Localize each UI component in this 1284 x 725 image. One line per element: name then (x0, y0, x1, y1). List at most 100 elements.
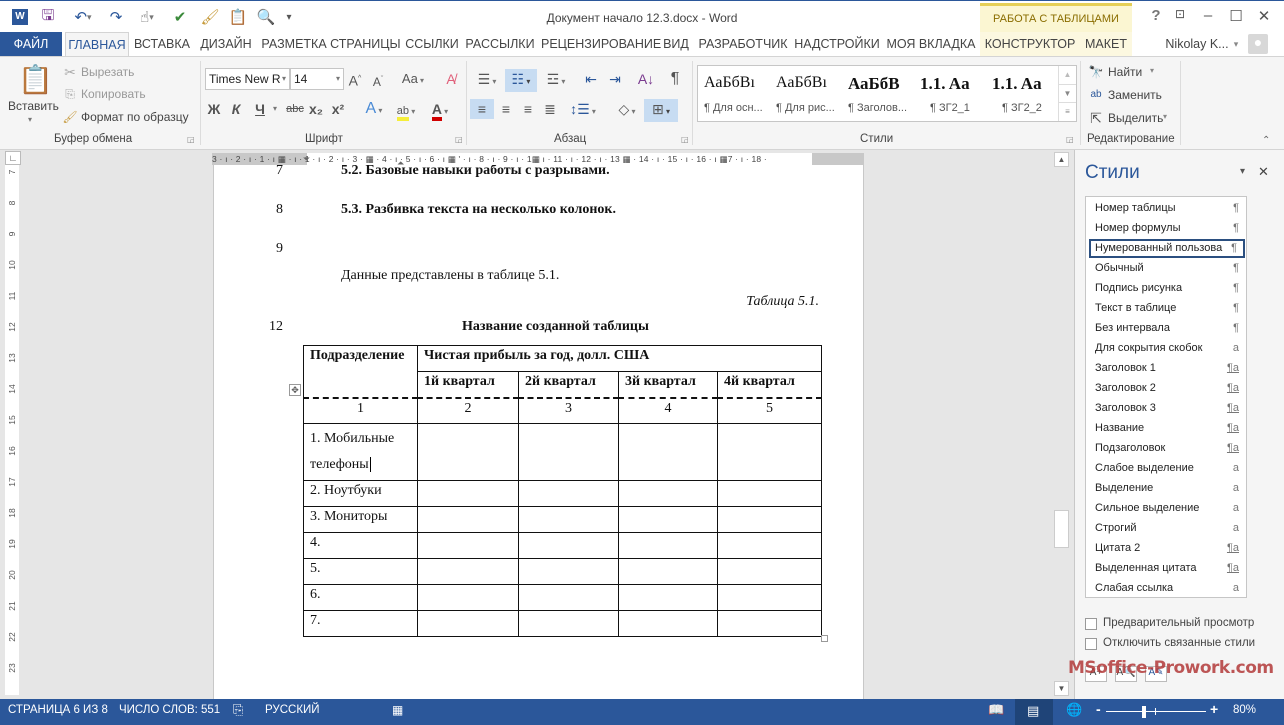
table-cell[interactable] (417, 558, 519, 585)
table-cell[interactable]: 4 (618, 397, 718, 424)
tab-my-tab[interactable]: МОЯ ВКЛАДКА (886, 32, 976, 56)
style-list-item[interactable]: Выделенная цитата ¶a (1089, 559, 1245, 578)
table-cell[interactable]: 1 (303, 397, 418, 424)
numbering-icon[interactable]: ☷ ▾ (505, 69, 537, 92)
style-list-item[interactable]: Строгий a (1089, 519, 1245, 538)
minimize-icon[interactable]: – (1198, 7, 1218, 24)
table-cell[interactable] (618, 558, 718, 585)
italic-button[interactable]: К (228, 99, 244, 119)
gallery-more-icon[interactable]: ≡ (1059, 102, 1076, 120)
table-cell[interactable] (518, 423, 619, 481)
macro-icon[interactable]: ▦ (392, 703, 403, 717)
document-page[interactable]: 7 5.2. Базовые навыки работы с разрывами… (213, 165, 864, 699)
gallery-down-icon[interactable]: ▼ (1059, 84, 1076, 102)
justify-icon[interactable]: ≣ (540, 99, 560, 119)
table-cell[interactable] (717, 423, 822, 481)
style-list-item[interactable]: Выделение a (1089, 479, 1245, 498)
style-list-item[interactable]: Цитата 2 ¶a (1089, 539, 1245, 558)
tab-page-layout[interactable]: РАЗМЕТКА СТРАНИЦЫ (261, 32, 401, 56)
table-cell[interactable] (618, 532, 718, 559)
style-list-item[interactable]: Номер таблицы ¶ (1089, 199, 1245, 218)
table-cell[interactable]: 2 (417, 397, 519, 424)
font-color-icon[interactable]: A ▾ (425, 99, 455, 122)
ribbon-display-icon[interactable]: ⊡ (1170, 7, 1190, 21)
zoom-slider-thumb[interactable] (1142, 706, 1147, 718)
show-marks-icon[interactable]: ¶ (666, 69, 684, 89)
borders-icon[interactable]: ⊞ ▾ (644, 99, 678, 122)
table-cell[interactable] (518, 480, 619, 507)
table-cell[interactable] (618, 423, 718, 481)
tab-developer[interactable]: РАЗРАБОТЧИК (697, 32, 789, 56)
paragraph-launcher-icon[interactable]: ◲ (681, 135, 689, 144)
style-list-item[interactable]: Подпись рисунка ¶ (1089, 279, 1245, 298)
tab-design[interactable]: ДИЗАЙН (197, 32, 255, 56)
table-cell[interactable]: 7. (303, 610, 418, 637)
table-cell[interactable]: 4. (303, 532, 418, 559)
table-header-cell[interactable]: 4й квартал (717, 371, 822, 398)
table-cell[interactable] (717, 584, 822, 611)
font-name-select[interactable]: Times New R ▾ (205, 68, 290, 90)
multilevel-list-icon[interactable]: ☲ ▾ (541, 69, 571, 92)
table-cell[interactable] (417, 480, 519, 507)
find-button[interactable]: Найти (1108, 65, 1142, 79)
table-cell[interactable] (518, 584, 619, 611)
read-mode-icon[interactable]: 📖 (988, 702, 1004, 718)
line-spacing-icon[interactable]: ↕☰ ▾ (568, 99, 598, 122)
align-center-icon[interactable]: ≡ (496, 99, 516, 119)
vertical-scrollbar[interactable]: ▲ ▼ (1053, 150, 1070, 699)
help-icon[interactable]: ? (1146, 7, 1166, 24)
table-cell[interactable] (518, 506, 619, 533)
highlight-icon[interactable]: ab ▾ (392, 99, 420, 122)
tab-view[interactable]: ВИД (661, 32, 691, 56)
collapse-ribbon-icon[interactable]: ⌃ (1262, 135, 1270, 146)
select-dropdown-icon[interactable]: ▾ (1163, 112, 1167, 121)
style-list-item[interactable]: Без интервала ¶ (1089, 319, 1245, 338)
grow-font-icon[interactable]: A^ (347, 69, 363, 91)
zoom-out-button[interactable]: - (1096, 701, 1101, 717)
table-cell[interactable] (618, 584, 718, 611)
shrink-font-icon[interactable]: Aˇ (370, 70, 386, 92)
page-indicator[interactable]: СТРАНИЦА 6 ИЗ 8 (8, 704, 108, 716)
clear-formatting-icon[interactable]: A̸ (442, 69, 460, 89)
pane-close-icon[interactable]: ✕ (1258, 164, 1269, 180)
paste-icon[interactable]: 📋 (18, 63, 53, 97)
tab-table-design[interactable]: КОНСТРУКТОР (980, 32, 1080, 56)
tab-selector[interactable]: ∟ (5, 151, 21, 165)
table-header-cell[interactable]: 1й квартал (417, 371, 519, 398)
underline-button[interactable]: Ч (252, 99, 268, 119)
table-cell[interactable]: 3 (518, 397, 619, 424)
table-cell[interactable] (717, 532, 822, 559)
table-cell[interactable] (518, 610, 619, 637)
paste-dropdown-icon[interactable]: ▾ (28, 115, 32, 124)
zoom-level[interactable]: 80% (1233, 704, 1256, 716)
user-name[interactable]: Nikolay K... (1164, 32, 1230, 56)
zoom-in-button[interactable]: + (1210, 701, 1218, 717)
align-left-icon[interactable]: ≡ (470, 99, 494, 119)
style-list-item[interactable]: Текст в таблице ¶ (1089, 299, 1245, 318)
style-list-item[interactable]: Название ¶a (1089, 419, 1245, 438)
style-list-item[interactable]: Обычный ¶ (1089, 259, 1245, 278)
table-cell[interactable] (618, 610, 718, 637)
table-move-handle-icon[interactable]: ✥ (289, 384, 301, 396)
style-list-item[interactable]: Для сокрытия скобок a (1089, 339, 1245, 358)
table-resize-handle[interactable] (821, 635, 828, 642)
table-cell[interactable] (618, 506, 718, 533)
tab-review[interactable]: РЕЦЕНЗИРОВАНИЕ (541, 32, 661, 56)
tab-addins[interactable]: НАДСТРОЙКИ (793, 32, 881, 56)
decrease-indent-icon[interactable]: ⇤ (582, 69, 600, 89)
paste-button[interactable]: Вставить (8, 99, 59, 113)
table-cell[interactable] (717, 610, 822, 637)
select-button[interactable]: Выделить (1108, 111, 1163, 125)
table-cell[interactable] (417, 584, 519, 611)
cut-button[interactable]: Вырезать (81, 65, 134, 79)
style-list-item[interactable]: Заголовок 1 ¶a (1089, 359, 1245, 378)
language-indicator[interactable]: РУССКИЙ (265, 704, 320, 716)
close-icon[interactable]: ✕ (1254, 7, 1274, 25)
styles-launcher-icon[interactable]: ◲ (1066, 135, 1074, 144)
tab-file[interactable]: ФАЙЛ (0, 32, 62, 56)
tab-home[interactable]: ГЛАВНАЯ (65, 32, 129, 56)
bullets-icon[interactable]: ☰ ▾ (472, 69, 502, 92)
underline-dropdown-icon[interactable]: ▾ (270, 99, 280, 119)
table-cell[interactable] (417, 610, 519, 637)
table-cell[interactable] (717, 558, 822, 585)
